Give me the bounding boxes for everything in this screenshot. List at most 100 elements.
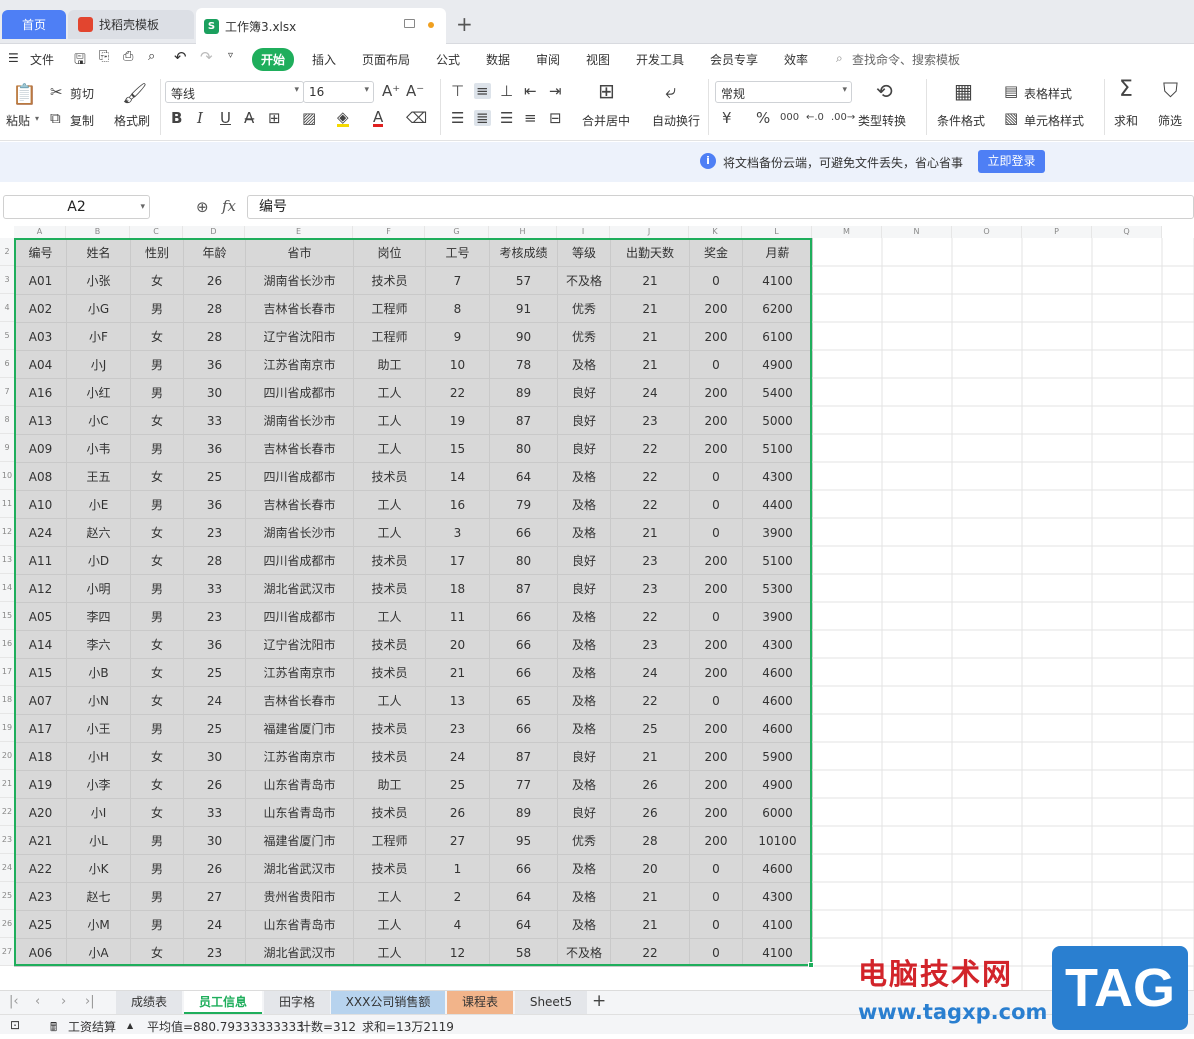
- table-cell[interactable]: 7: [425, 266, 490, 295]
- table-cell[interactable]: 95: [489, 826, 558, 855]
- format-painter-button[interactable]: 格式刷: [114, 112, 150, 129]
- table-cell[interactable]: 10100: [742, 826, 813, 855]
- table-cell[interactable]: 男: [130, 350, 184, 379]
- column-header[interactable]: K: [689, 226, 742, 238]
- table-cell[interactable]: 良好: [557, 742, 611, 771]
- table-cell[interactable]: 200: [689, 798, 743, 827]
- table-cell[interactable]: 小韦: [66, 434, 131, 463]
- table-cell[interactable]: 26: [183, 770, 246, 799]
- menu-page-layout[interactable]: 页面布局: [362, 51, 410, 68]
- table-cell[interactable]: 30: [183, 826, 246, 855]
- print-icon[interactable]: ⎙: [123, 49, 133, 64]
- table-cell[interactable]: A11: [14, 546, 67, 575]
- indent-decrease-icon[interactable]: ⇤: [524, 83, 537, 99]
- table-cell[interactable]: 技术员: [353, 854, 426, 883]
- table-cell[interactable]: A09: [14, 434, 67, 463]
- copy-button[interactable]: 复制: [70, 112, 94, 129]
- table-cell[interactable]: 66: [489, 602, 558, 631]
- table-cell[interactable]: 女: [130, 630, 184, 659]
- table-cell[interactable]: 33: [183, 406, 246, 435]
- print-preview-icon[interactable]: ⌕: [148, 49, 155, 64]
- login-button[interactable]: 立即登录: [978, 150, 1045, 173]
- table-cell[interactable]: 66: [489, 630, 558, 659]
- column-header[interactable]: Q: [1092, 226, 1162, 238]
- row-header[interactable]: 13: [0, 546, 14, 574]
- row-header[interactable]: 5: [0, 322, 14, 350]
- table-cell[interactable]: 8: [425, 294, 490, 323]
- table-cell[interactable]: 64: [489, 910, 558, 939]
- table-cell[interactable]: 男: [130, 378, 184, 407]
- table-cell[interactable]: 小B: [66, 658, 131, 687]
- table-cell[interactable]: A20: [14, 798, 67, 827]
- table-cell[interactable]: 24: [610, 658, 690, 687]
- add-decimal-icon[interactable]: ←.0: [806, 110, 824, 126]
- table-cell[interactable]: 小K: [66, 854, 131, 883]
- table-cell[interactable]: A05: [14, 602, 67, 631]
- table-cell[interactable]: 辽宁省沈阳市: [245, 322, 354, 351]
- table-cell[interactable]: 2: [425, 882, 490, 911]
- table-cell[interactable]: 10: [425, 350, 490, 379]
- row-header[interactable]: 20: [0, 742, 14, 770]
- table-cell[interactable]: 优秀: [557, 294, 611, 323]
- menu-review[interactable]: 审阅: [536, 51, 560, 68]
- table-cell[interactable]: 吉林省长春市: [245, 686, 354, 715]
- table-cell[interactable]: 工人: [353, 518, 426, 547]
- table-cell[interactable]: 11: [425, 602, 490, 631]
- table-cell[interactable]: 0: [689, 350, 743, 379]
- conditional-format-button[interactable]: 条件格式: [937, 112, 985, 129]
- table-cell[interactable]: 21: [610, 350, 690, 379]
- table-cell[interactable]: 17: [425, 546, 490, 575]
- table-cell[interactable]: 30: [183, 742, 246, 771]
- table-cell[interactable]: A18: [14, 742, 67, 771]
- sheet-tab-scores[interactable]: 成绩表: [116, 991, 182, 1014]
- table-cell[interactable]: A17: [14, 714, 67, 743]
- table-cell[interactable]: 工人: [353, 490, 426, 519]
- table-cell[interactable]: 14: [425, 462, 490, 491]
- table-cell[interactable]: A25: [14, 910, 67, 939]
- table-cell[interactable]: 技术员: [353, 742, 426, 771]
- table-cell[interactable]: 66: [489, 658, 558, 687]
- table-cell[interactable]: 男: [130, 826, 184, 855]
- table-cell[interactable]: 24: [183, 686, 246, 715]
- menu-data[interactable]: 数据: [486, 51, 510, 68]
- table-cell[interactable]: 及格: [557, 630, 611, 659]
- table-cell[interactable]: A19: [14, 770, 67, 799]
- table-cell[interactable]: 技术员: [353, 266, 426, 295]
- table-cell[interactable]: 湖北省武汉市: [245, 938, 354, 967]
- tab-home[interactable]: 首页: [2, 10, 66, 39]
- column-header[interactable]: I: [557, 226, 610, 238]
- table-cell[interactable]: 4900: [742, 770, 813, 799]
- decrease-font-icon[interactable]: A⁻: [406, 83, 424, 99]
- new-tab-button[interactable]: +: [456, 12, 473, 36]
- menu-formula[interactable]: 公式: [436, 51, 460, 68]
- table-cell[interactable]: 男: [130, 714, 184, 743]
- row-header[interactable]: 3: [0, 266, 14, 294]
- row-header[interactable]: 22: [0, 798, 14, 826]
- table-cell[interactable]: 0: [689, 910, 743, 939]
- column-header[interactable]: A: [14, 226, 66, 238]
- table-cell[interactable]: 87: [489, 742, 558, 771]
- table-cell[interactable]: 58: [489, 938, 558, 967]
- table-cell[interactable]: 20: [610, 854, 690, 883]
- table-cell[interactable]: 小李: [66, 770, 131, 799]
- cell-fill-pattern-icon[interactable]: ▨: [302, 110, 316, 126]
- table-cell[interactable]: 赵七: [66, 882, 131, 911]
- table-cell[interactable]: 小D: [66, 546, 131, 575]
- table-cell[interactable]: A03: [14, 322, 67, 351]
- table-cell[interactable]: 66: [489, 714, 558, 743]
- table-cell[interactable]: 工人: [353, 602, 426, 631]
- table-cell[interactable]: 91: [489, 294, 558, 323]
- table-cell[interactable]: 女: [130, 266, 184, 295]
- table-cell[interactable]: 及格: [557, 518, 611, 547]
- table-cell[interactable]: 优秀: [557, 826, 611, 855]
- table-cell[interactable]: 江苏省南京市: [245, 658, 354, 687]
- table-cell[interactable]: 200: [689, 574, 743, 603]
- underline-icon[interactable]: U: [220, 110, 231, 126]
- table-cell[interactable]: 36: [183, 350, 246, 379]
- table-cell[interactable]: 男: [130, 434, 184, 463]
- table-cell[interactable]: 9: [425, 322, 490, 351]
- table-cell[interactable]: 87: [489, 406, 558, 435]
- tab-template[interactable]: 找稻壳模板: [68, 10, 194, 39]
- row-header[interactable]: 4: [0, 294, 14, 322]
- table-cell[interactable]: 男: [130, 854, 184, 883]
